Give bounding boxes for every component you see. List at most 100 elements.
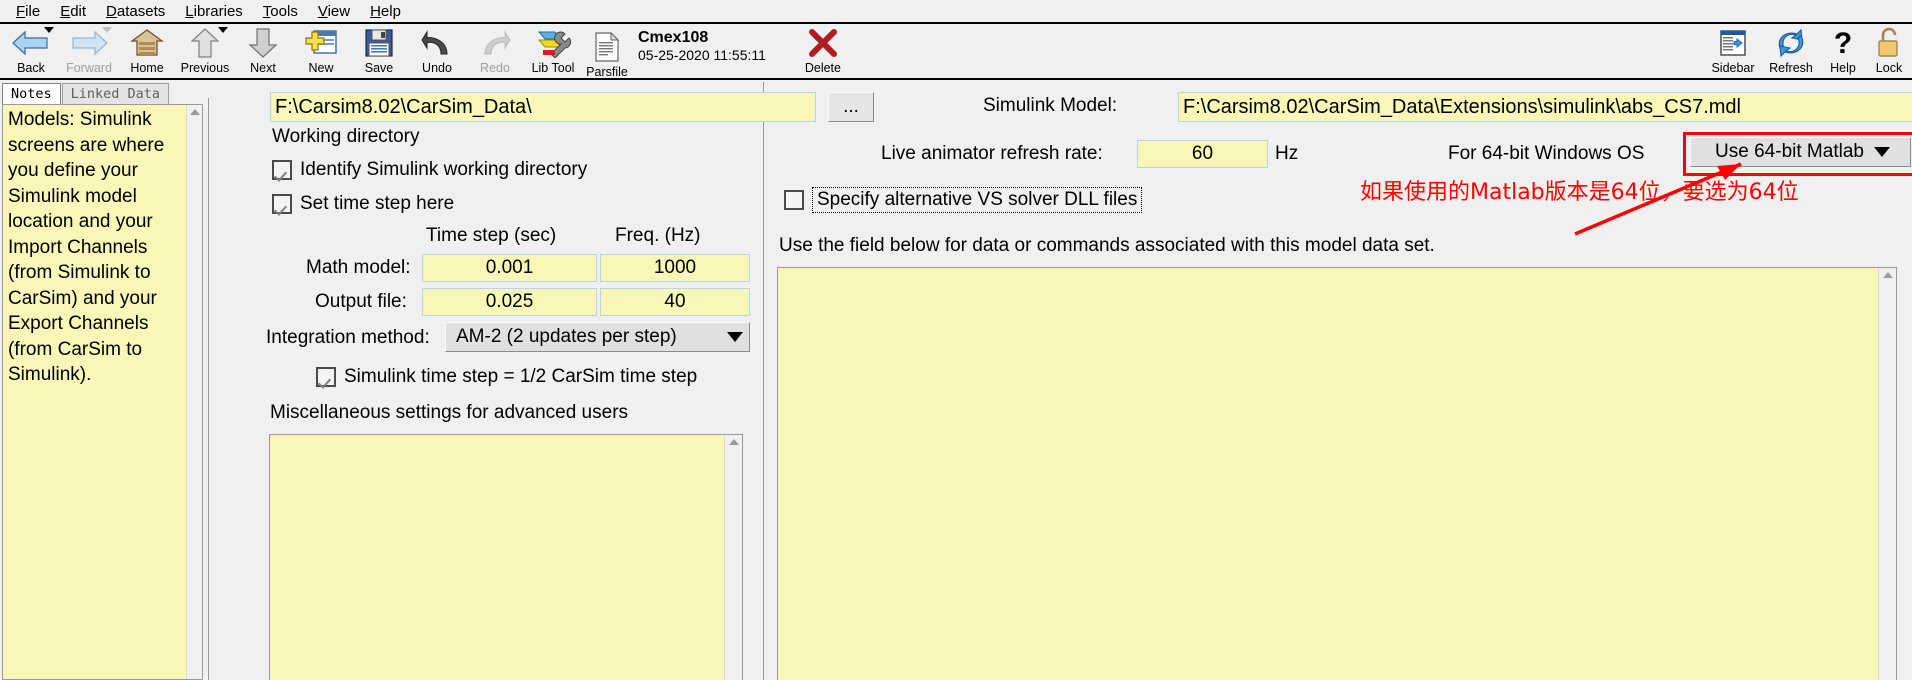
chevron-down-icon[interactable] (727, 332, 743, 342)
misc-settings-textarea[interactable] (269, 434, 743, 680)
previous-dropdown-caret[interactable] (218, 27, 228, 33)
toolbar-label-sidebar: Sidebar (1711, 61, 1755, 75)
alt-dll-row[interactable]: Specify alternative VS solver DLL files (784, 187, 1143, 213)
output-file-time-step-input[interactable]: 0.025 (422, 288, 597, 316)
working-directory-input[interactable]: F:\Carsim8.02\CarSim_Data\ (270, 92, 816, 122)
toolbar-label-delete: Delete (804, 61, 841, 75)
simulink-half-step-label: Simulink time step = 1/2 CarSim time ste… (344, 366, 698, 387)
math-model-time-step-input[interactable]: 0.001 (422, 254, 597, 282)
parsfile-info: Cmex108 05-25-2020 11:55:11 (638, 28, 766, 64)
simulink-model-label: Simulink Model: (983, 95, 1118, 116)
set-time-step-row[interactable]: Set time step here (272, 193, 454, 215)
toolbar-label-redo: Redo (480, 61, 510, 75)
identify-simulink-wd-row[interactable]: Identify Simulink working directory (272, 159, 587, 181)
home-icon (130, 26, 164, 60)
toolbar-label-new: New (308, 61, 334, 75)
misc-settings-value (270, 435, 742, 441)
misc-settings-scrollbar[interactable] (724, 435, 742, 680)
output-file-freq-input[interactable]: 40 (600, 288, 750, 316)
notes-tab-strip: Notes Linked Data (0, 82, 205, 104)
notes-text: Models: Simulink screens are where you d… (8, 109, 170, 385)
toolbar-button-next[interactable]: Next (234, 24, 292, 80)
time-step-header: Time step (sec) (426, 225, 557, 246)
menu-item-file[interactable]: FFileile (6, 2, 50, 21)
menu-item-datasets[interactable]: Datasets (96, 2, 175, 21)
toolbar-button-previous[interactable]: Previous (176, 24, 234, 80)
refresh-rate-input[interactable]: 60 (1137, 140, 1268, 168)
misc-settings-label: Miscellaneous settings for advanced user… (270, 402, 629, 423)
chevron-down-icon[interactable] (1873, 147, 1890, 157)
tab-linked-data[interactable]: Linked Data (61, 83, 170, 104)
toolbar-button-delete[interactable]: Delete (794, 24, 852, 80)
output-file-label: Output file: (315, 291, 407, 312)
toolbar-button-lib-tool[interactable]: Lib Tool (524, 24, 582, 80)
back-dropdown-caret[interactable] (44, 27, 54, 33)
red-x-icon (808, 26, 838, 60)
toolbar-label-undo: Undo (422, 61, 452, 75)
menu-item-tools[interactable]: Tools (253, 2, 308, 21)
left-form-panel: F:\Carsim8.02\CarSim_Data\ ... Working d… (215, 82, 874, 680)
toolbar-label-forward: Forward (66, 61, 112, 75)
toolbar-label-refresh: Refresh (1769, 61, 1813, 75)
set-time-step-label: Set time step here (300, 193, 455, 214)
alt-dll-label: Specify alternative VS solver DLL files (812, 187, 1143, 213)
simulink-half-step-row[interactable]: Simulink time step = 1/2 CarSim time ste… (316, 366, 697, 388)
integration-method-label: Integration method: (266, 327, 430, 348)
svg-text:?: ? (1834, 27, 1852, 59)
integration-method-select[interactable]: AM-2 (2 updates per step) (445, 322, 750, 352)
toolbar-button-redo[interactable]: Redo (466, 24, 524, 80)
toolbar-button-save[interactable]: Save (350, 24, 408, 80)
undo-arrow-icon (421, 26, 453, 60)
parsfile-name: Cmex108 (638, 29, 709, 46)
notes-scrollbar[interactable] (186, 105, 202, 679)
forward-dropdown-caret[interactable] (102, 27, 112, 33)
set-time-step-checkbox[interactable] (272, 194, 292, 214)
math-model-freq-input[interactable]: 1000 (600, 254, 750, 282)
alt-dll-checkbox[interactable] (784, 190, 804, 210)
content-area: Notes Linked Data Models: Simulink scree… (0, 82, 1912, 680)
identify-simulink-wd-checkbox[interactable] (272, 160, 292, 180)
refresh-icon (1775, 26, 1807, 60)
data-field-scrollbar[interactable] (1878, 268, 1896, 680)
data-field-textarea[interactable] (777, 267, 1897, 680)
menu-item-edit[interactable]: Edit (50, 2, 96, 21)
math-model-label: Math model: (306, 257, 411, 278)
parsfile-block[interactable]: Parsfile Cmex108 05-25-2020 11:55:11 (582, 24, 766, 80)
toolbar-button-undo[interactable]: Undo (408, 24, 466, 80)
toolbar: Back Forward Home Previous Next New Save… (0, 22, 1912, 80)
notes-panel: Notes Linked Data Models: Simulink scree… (0, 82, 205, 680)
scroll-up-icon[interactable] (728, 439, 739, 445)
panel-divider-left (208, 98, 209, 680)
toolbar-button-parsfile[interactable]: Parsfile (582, 28, 632, 84)
notes-textarea[interactable]: Models: Simulink screens are where you d… (2, 104, 203, 680)
data-field-caption: Use the field below for data or commands… (779, 235, 1435, 256)
toolbar-label-save: Save (364, 61, 394, 75)
menu-item-view[interactable]: View (308, 2, 360, 21)
toolbar-button-home[interactable]: Home (118, 24, 176, 80)
scroll-up-icon[interactable] (1882, 272, 1893, 278)
simulink-model-input[interactable]: F:\Carsim8.02\CarSim_Data\Extensions\sim… (1178, 92, 1912, 122)
document-icon (594, 30, 620, 64)
freq-header: Freq. (Hz) (615, 225, 701, 246)
tab-notes[interactable]: Notes (2, 83, 61, 104)
simulink-half-step-checkbox[interactable] (316, 367, 336, 387)
toolbar-button-back[interactable]: Back (2, 24, 60, 80)
toolbar-label-back: Back (17, 61, 45, 75)
menu-item-help[interactable]: Help (360, 2, 411, 21)
toolbar-button-help[interactable]: ? Help (1820, 24, 1866, 80)
annotation-text: 如果使用的Matlab版本是64位，要选为64位 (1360, 180, 1799, 205)
toolbar-button-sidebar[interactable]: Sidebar (1704, 24, 1762, 80)
toolbar-button-lock[interactable]: Lock (1866, 24, 1912, 80)
toolbar-button-forward[interactable]: Forward (60, 24, 118, 80)
menu-item-libraries[interactable]: Libraries (175, 2, 253, 21)
toolbar-right-group: Sidebar Refresh ? Help Lock (1704, 24, 1912, 80)
toolbar-label-lib-tool: Lib Tool (531, 61, 575, 75)
parsfile-date: 05-25-2020 11:55:11 (638, 47, 766, 63)
toolbar-label-home: Home (130, 61, 164, 75)
toolbar-label-lock: Lock (1875, 61, 1903, 75)
toolbar-button-new[interactable]: New (292, 24, 350, 80)
toolbar-label-parsfile: Parsfile (586, 65, 628, 79)
toolbar-button-refresh[interactable]: Refresh (1762, 24, 1820, 80)
working-directory-caption: Working directory (272, 126, 420, 147)
scroll-up-icon[interactable] (189, 109, 200, 115)
